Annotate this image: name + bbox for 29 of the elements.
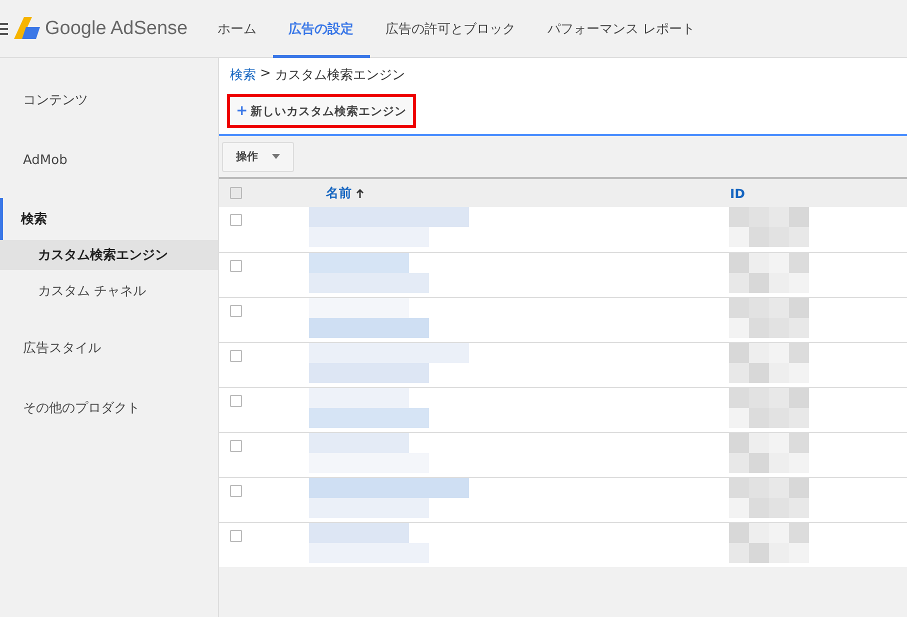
actions-button[interactable]: 操作 bbox=[222, 142, 294, 172]
sidebar-item[interactable]: その他のプロダクト bbox=[0, 378, 218, 438]
logo-icon bbox=[14, 16, 40, 40]
nav-tab[interactable]: 広告の許可とブロック bbox=[370, 0, 532, 58]
row-checkbox[interactable] bbox=[230, 530, 242, 542]
row-checkbox[interactable] bbox=[230, 485, 242, 497]
breadcrumb-link[interactable]: 検索 bbox=[230, 66, 256, 84]
sidebar-item[interactable]: AdMob bbox=[0, 130, 218, 190]
new-engine-button[interactable]: + 新しいカスタム検索エンジン bbox=[227, 94, 416, 128]
breadcrumb-separator: > bbox=[260, 66, 271, 83]
column-header[interactable]: 名前 bbox=[326, 184, 730, 202]
row-checkbox[interactable] bbox=[230, 214, 242, 226]
nav-tab[interactable]: ホーム bbox=[202, 0, 273, 58]
row-checkbox[interactable] bbox=[230, 350, 242, 362]
sidebar-item[interactable]: カスタム検索エンジン bbox=[0, 240, 218, 270]
breadcrumb-current: カスタム検索エンジン bbox=[274, 67, 405, 84]
sidebar-item[interactable]: カスタム チャネル bbox=[0, 276, 218, 306]
select-all-checkbox[interactable] bbox=[230, 187, 242, 199]
row-checkbox[interactable] bbox=[230, 260, 242, 272]
row-checkbox[interactable] bbox=[230, 305, 242, 317]
menu-icon[interactable] bbox=[0, 22, 8, 34]
nav-tab[interactable]: パフォーマンス レポート bbox=[532, 0, 711, 58]
caret-icon bbox=[272, 154, 280, 159]
sidebar-item[interactable]: 広告スタイル bbox=[0, 318, 218, 378]
sidebar-item[interactable]: コンテンツ bbox=[0, 70, 218, 130]
row-checkbox[interactable] bbox=[230, 395, 242, 407]
row-checkbox[interactable] bbox=[230, 440, 242, 452]
column-header[interactable]: ID bbox=[730, 186, 746, 200]
brand-name: Google AdSense bbox=[45, 18, 188, 40]
